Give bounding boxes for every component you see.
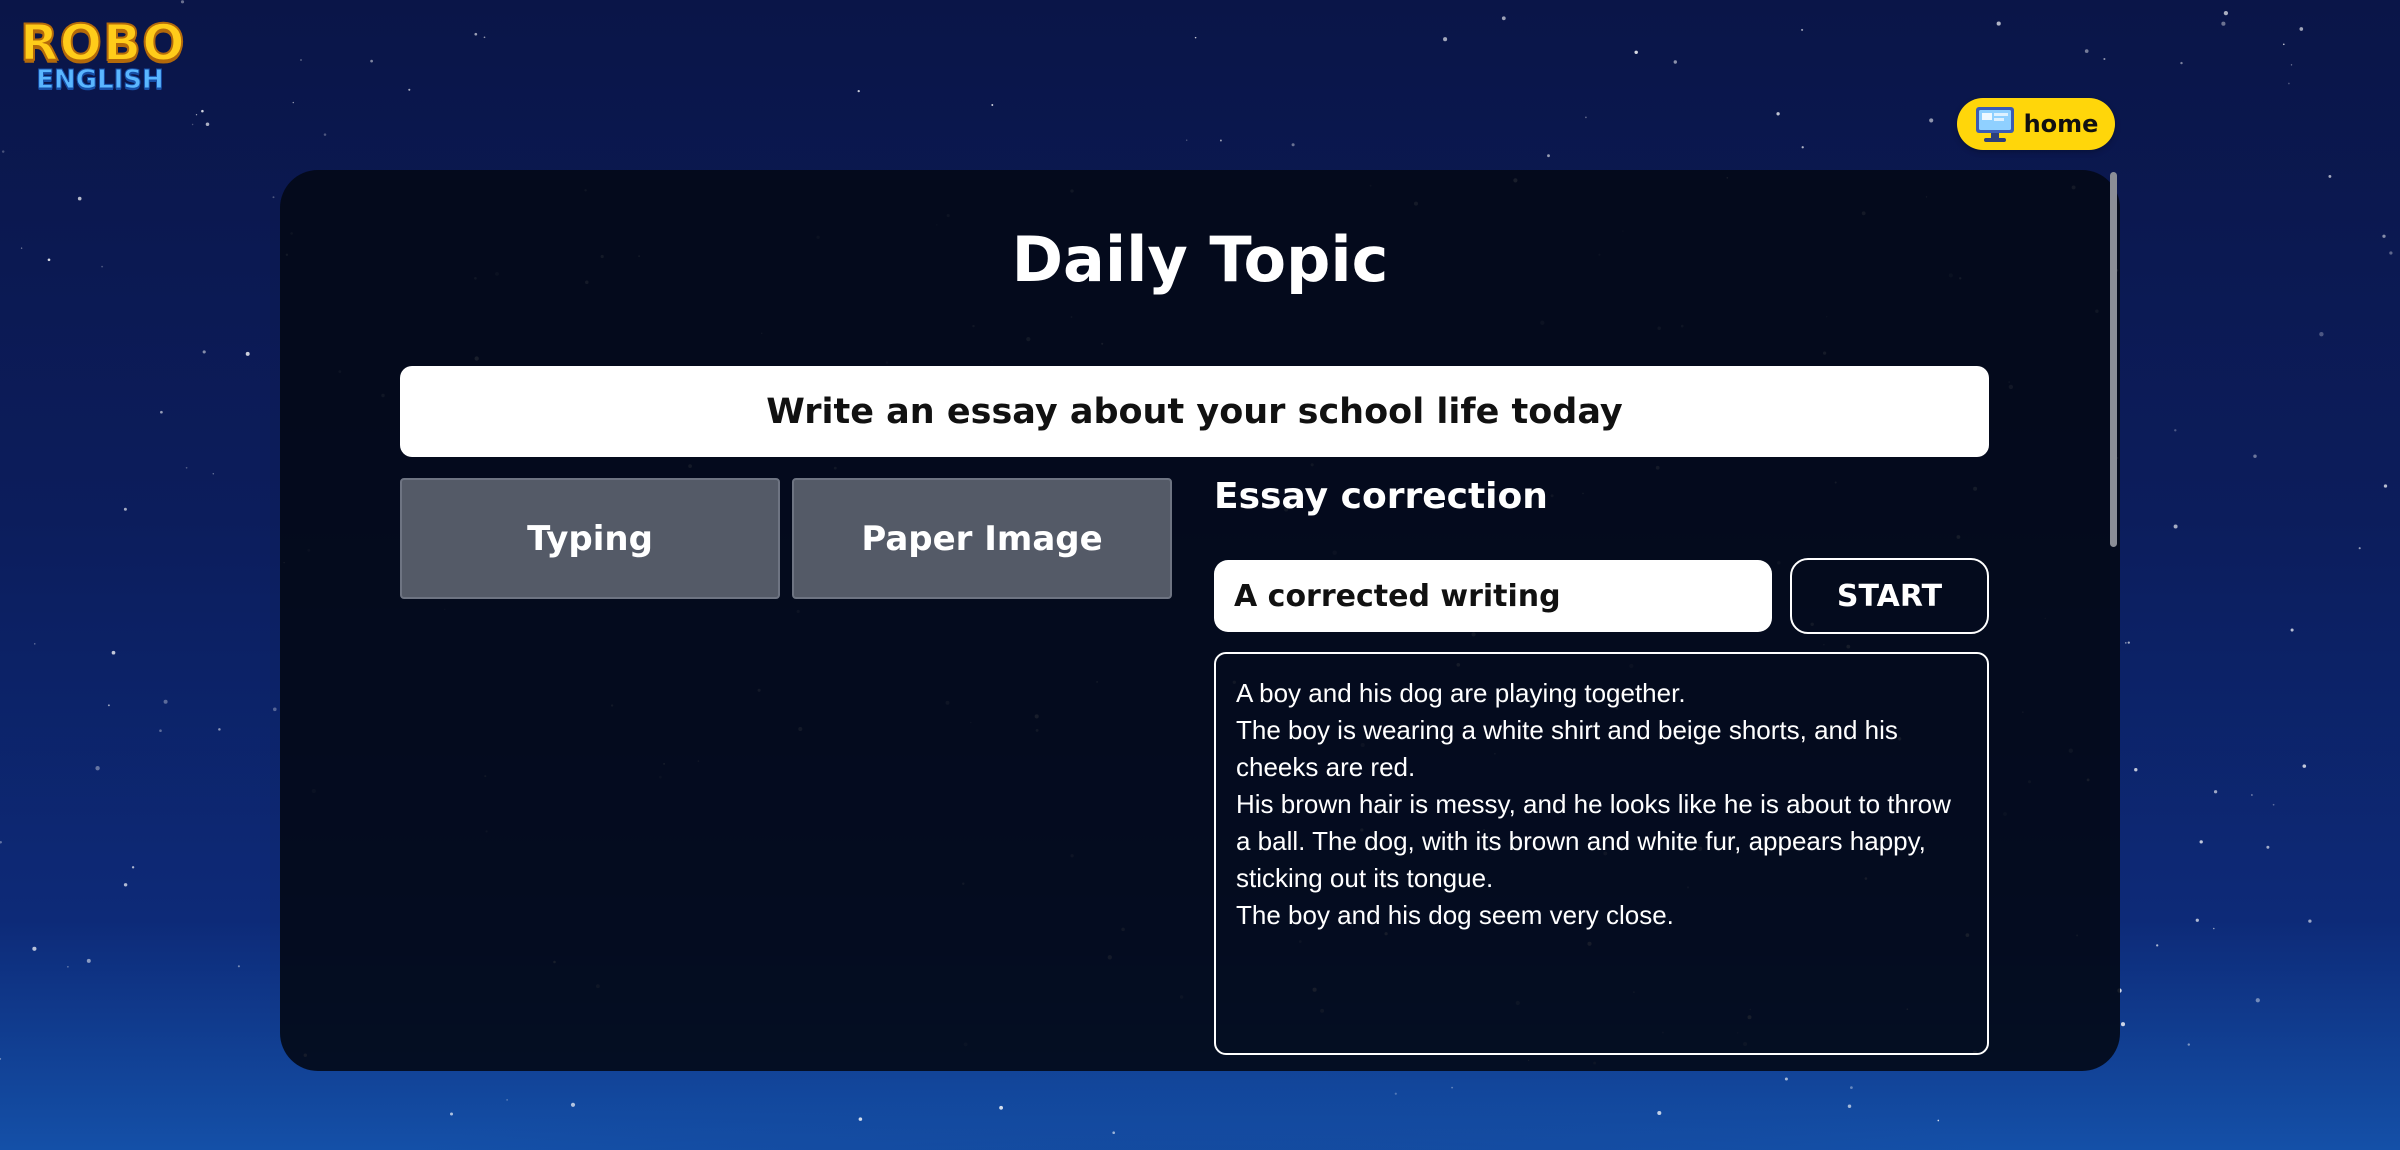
start-button-label: START — [1836, 578, 1943, 614]
correction-type-selected-value: A corrected writing — [1234, 578, 1561, 614]
home-button-label: home — [2023, 110, 2099, 138]
typing-mode-button[interactable]: Typing — [400, 478, 780, 599]
page-title: Daily Topic — [1011, 223, 1389, 296]
topic-prompt-text: Write an essay about your school life to… — [766, 391, 1623, 432]
essay-line: The boy and his dog seem very close. — [1236, 900, 1674, 930]
paper-image-mode-label: Paper Image — [861, 518, 1103, 559]
correction-type-select[interactable]: A corrected writing — [1214, 560, 1772, 632]
essay-line: A boy and his dog are playing together. — [1236, 678, 1686, 708]
robo-english-logo[interactable]: ROBO ENGLISH — [19, 14, 186, 98]
topic-prompt-box: Write an essay about your school life to… — [400, 366, 1989, 457]
paper-image-mode-button[interactable]: Paper Image — [792, 478, 1172, 599]
logo-wordmark-robo: ROBO — [19, 14, 186, 72]
logo-wordmark-english: ENGLISH — [36, 65, 165, 95]
essay-correction-heading: Essay correction — [1214, 476, 1548, 517]
essay-line: His brown hair is messy, and he looks li… — [1236, 789, 1951, 893]
start-button[interactable]: START — [1790, 558, 1989, 634]
corrected-essay-textarea[interactable]: A boy and his dog are playing together. … — [1214, 652, 1989, 1055]
daily-topic-panel: Daily Topic Write an essay about your sc… — [280, 170, 2120, 1071]
computer-monitor-icon — [1975, 107, 2014, 142]
essay-line: The boy is wearing a white shirt and bei… — [1236, 715, 1898, 782]
home-button[interactable]: home — [1957, 98, 2115, 150]
typing-mode-label: Typing — [527, 518, 653, 559]
panel-scrollbar[interactable] — [2110, 172, 2117, 547]
